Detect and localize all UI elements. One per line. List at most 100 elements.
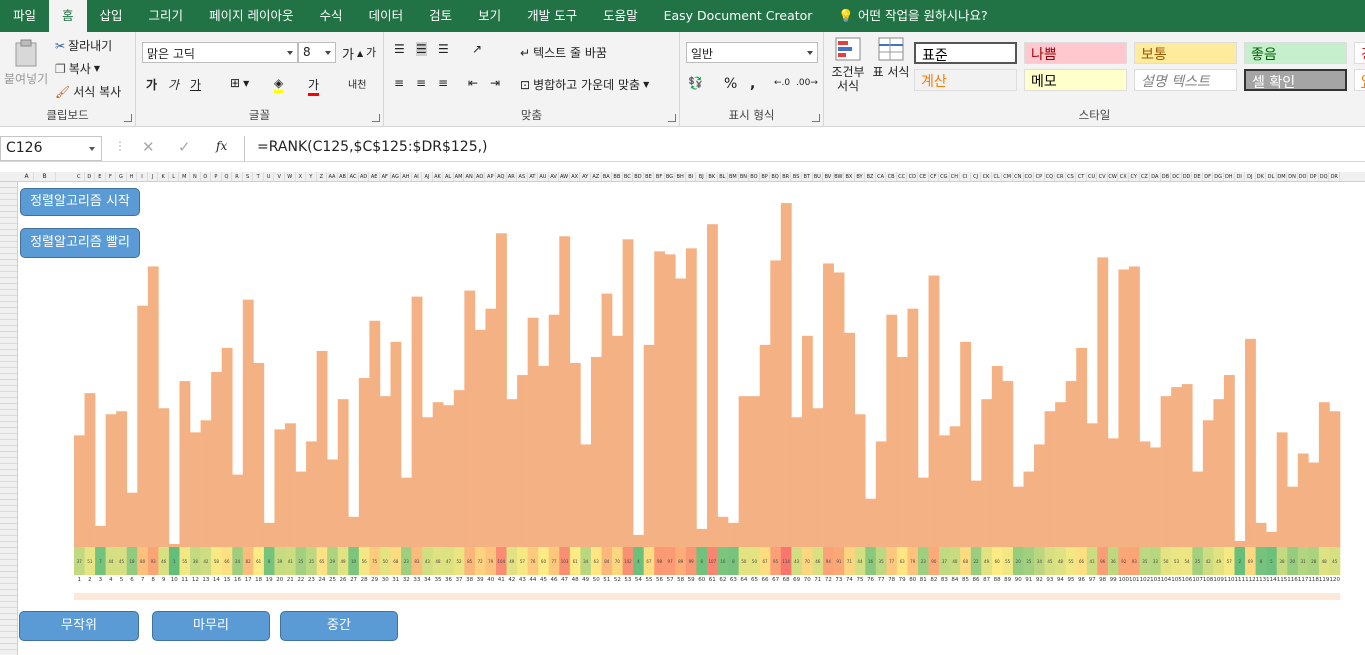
formula-input[interactable]: =RANK(C125,$C$125:$DR$125,) xyxy=(244,136,1365,161)
decrease-decimal-icon: .00→ xyxy=(796,78,818,88)
bar-52 xyxy=(612,335,623,547)
font-size-select[interactable]: 8 xyxy=(298,42,336,63)
percent-button[interactable]: % xyxy=(724,76,737,92)
cell-style-2[interactable]: 보통 xyxy=(1134,42,1237,64)
bar-97 xyxy=(1086,423,1098,547)
cell-style-0[interactable]: 표준 xyxy=(914,42,1017,64)
number-format-value: 일반 xyxy=(691,47,714,61)
cancel-icon[interactable]: ✕ xyxy=(142,138,155,156)
decrease-decimal-button[interactable]: .00→ xyxy=(796,78,818,88)
conditional-format-button[interactable]: 조건부 서식 xyxy=(828,36,868,93)
cell-style-5[interactable]: 계산 xyxy=(914,69,1017,91)
finish-button[interactable]: 마무리 xyxy=(152,611,270,641)
align-left-button[interactable]: ≡ xyxy=(394,76,404,90)
border-button[interactable]: ⊞ ▼ xyxy=(230,76,249,90)
fill-color-button[interactable]: ◈ xyxy=(274,76,284,93)
value-label-120: 45 xyxy=(1332,559,1338,564)
x-label-6: 6 xyxy=(130,577,134,583)
increase-indent-button[interactable]: ⇥ xyxy=(490,76,500,90)
tab-9[interactable]: 개발 도구 xyxy=(514,0,590,32)
tab-7[interactable]: 검토 xyxy=(416,0,465,32)
x-label-114: 114 xyxy=(1266,577,1277,583)
bar-5 xyxy=(116,411,128,547)
tab-1[interactable]: 홈 xyxy=(49,0,87,32)
tab-11[interactable]: Easy Document Creator xyxy=(651,0,826,32)
x-label-112: 112 xyxy=(1245,577,1256,583)
tab-5[interactable]: 수식 xyxy=(307,0,356,32)
fast-sort-button[interactable]: 정렬알고리즘 빨리 xyxy=(20,228,140,258)
cell-style-6[interactable]: 메모 xyxy=(1024,69,1127,91)
clipboard-launcher-icon[interactable] xyxy=(124,114,132,122)
align-center-button[interactable]: ≡ xyxy=(416,76,426,90)
format-painter-button[interactable]: 🖌 서식 복사 xyxy=(55,83,121,100)
align-right-button[interactable]: ≡ xyxy=(438,76,448,90)
italic-button[interactable]: 가 xyxy=(168,76,179,93)
align-bottom-button[interactable]: ☰ xyxy=(438,42,449,56)
alignment-group-label: 맞춤 xyxy=(520,108,543,122)
cut-button[interactable]: ✂ 잘라내기 xyxy=(55,37,112,54)
cell-style-4[interactable]: 경고 xyxy=(1354,42,1365,64)
format-as-table-button[interactable]: 표 서식 xyxy=(872,36,910,79)
tab-2[interactable]: 삽입 xyxy=(87,0,136,32)
tell-me-search[interactable]: 💡 어떤 작업을 원하시나요? xyxy=(825,0,1000,32)
worksheet-grid[interactable]: 37 1 51 2 7 3 44 4 45 5 18 6 80 7 93 8 46 9 1 10 55 11 38 12 42 1… xyxy=(18,182,1365,655)
font-name-select[interactable]: 맑은 고딕 xyxy=(142,42,298,63)
cell-style-7[interactable]: 설명 텍스트 xyxy=(1134,69,1237,91)
number-format-select[interactable]: 일반 xyxy=(686,42,818,63)
formula-text: =RANK(C125,$C$125:$DR$125,) xyxy=(257,139,488,155)
rank-cell-31 xyxy=(390,593,402,600)
tab-10[interactable]: 도움말 xyxy=(590,0,651,32)
tab-6[interactable]: 데이터 xyxy=(356,0,417,32)
align-top-button[interactable]: ☰ xyxy=(394,42,405,56)
comma-button[interactable]: , xyxy=(750,76,755,92)
value-label-30: 50 xyxy=(383,559,389,564)
cell-style-3[interactable]: 좋음 xyxy=(1244,42,1347,64)
font-color-button[interactable]: 가 xyxy=(308,76,320,96)
number-launcher-icon[interactable] xyxy=(812,114,820,122)
tab-3[interactable]: 그리기 xyxy=(136,0,197,32)
phonetic-button[interactable]: 내천 xyxy=(348,76,366,91)
x-label-55: 55 xyxy=(645,577,652,583)
value-label-64: 50 xyxy=(741,559,747,564)
enter-icon[interactable]: ✓ xyxy=(178,138,191,156)
decrease-indent-button[interactable]: ⇤ xyxy=(468,76,478,90)
accounting-button[interactable]: 💱 xyxy=(688,76,703,90)
start-sort-button[interactable]: 정렬알고리즘 시작 xyxy=(20,188,140,216)
value-label-100: 92 xyxy=(1121,559,1127,564)
wrap-text-button[interactable]: ↵ 텍스트 줄 바꿈 xyxy=(520,44,607,61)
random-button[interactable]: 무작위 xyxy=(19,611,139,641)
rank-cell-25 xyxy=(327,593,339,600)
middle-button[interactable]: 중간 xyxy=(280,611,398,641)
x-label-15: 15 xyxy=(223,577,230,583)
rank-cell-62 xyxy=(717,593,729,600)
increase-decimal-button[interactable]: ←.0 xyxy=(774,78,790,88)
name-box[interactable]: C126 xyxy=(0,136,102,161)
font-grow-button[interactable]: 가 ▲ xyxy=(342,44,363,63)
tab-8[interactable]: 보기 xyxy=(465,0,514,32)
cell-style-8[interactable]: 셀 확인 xyxy=(1244,69,1347,91)
x-label-81: 81 xyxy=(920,577,927,583)
bold-button[interactable]: 가 xyxy=(146,76,157,93)
alignment-launcher-icon[interactable] xyxy=(668,114,676,122)
bar-16 xyxy=(232,474,244,547)
rank-cell-5 xyxy=(116,593,128,600)
font-shrink-button[interactable]: 가 xyxy=(366,44,376,60)
cell-style-9[interactable]: 연결 xyxy=(1354,69,1365,91)
align-middle-button[interactable]: ☰ xyxy=(416,42,427,56)
x-label-26: 26 xyxy=(340,577,347,583)
insert-function-button[interactable]: fx xyxy=(216,139,227,153)
bar-4 xyxy=(105,414,117,547)
orientation-button[interactable]: ↗ xyxy=(472,42,482,56)
tab-4[interactable]: 페이지 레이아웃 xyxy=(196,0,306,32)
rank-cell-68 xyxy=(780,593,792,600)
merge-center-button[interactable]: ⊡ 병합하고 가운데 맞춤 ▼ xyxy=(520,76,649,93)
copy-button[interactable]: ❐ 복사 ▼ xyxy=(55,60,100,77)
tab-0[interactable]: 파일 xyxy=(0,0,49,32)
x-label-88: 88 xyxy=(994,577,1001,583)
rank-cell-100 xyxy=(1118,593,1130,600)
paste-button[interactable]: 붙여넣기 xyxy=(4,38,48,87)
font-launcher-icon[interactable] xyxy=(372,114,380,122)
rank-cell-63 xyxy=(728,593,739,600)
underline-button[interactable]: 가 xyxy=(190,76,201,93)
cell-style-1[interactable]: 나쁨 xyxy=(1024,42,1127,64)
